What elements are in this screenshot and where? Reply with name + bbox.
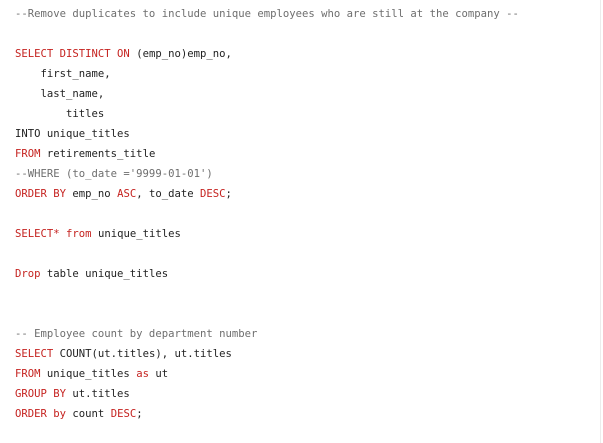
code-line[interactable]: ORDER by count DESC; [15,404,519,424]
sql-text: retirements_title [40,148,156,160]
sql-keyword: SELECT DISTINCT ON [15,48,130,60]
code-line[interactable]: SELECT DISTINCT ON (emp_no)emp_no, [15,44,519,64]
code-line[interactable]: last_name, [15,84,519,104]
sql-text: count [66,408,111,420]
sql-keyword: ORDER BY [15,188,67,200]
sql-keyword: DESC [110,408,137,420]
sql-keyword: SELECT* [15,228,60,240]
sql-text: last_name, [15,88,105,100]
sql-keyword: SELECT [15,348,54,360]
sql-keyword: Drop [15,268,41,280]
sql-keyword: FROM [15,368,41,380]
code-line[interactable]: --WHERE (to_date ='9999-01-01') [15,164,519,184]
editor-right-border [600,0,601,443]
code-line[interactable]: --Remove duplicates to include unique em… [15,4,519,24]
sql-keyword: DESC [199,188,226,200]
sql-keyword: GROUP BY [15,388,67,400]
sql-keyword: from [66,228,92,240]
code-line[interactable] [15,244,519,264]
sql-text: ut [148,368,169,380]
code-line[interactable]: SELECT* from unique_titles [15,224,519,244]
sql-text: ut.titles [66,388,130,400]
sql-text: , to_date [136,188,200,200]
sql-text: emp_no [66,188,118,200]
code-line[interactable]: FROM retirements_title [15,144,519,164]
code-line[interactable]: SELECT COUNT(ut.titles), ut.titles [15,344,519,364]
sql-text: ; [136,408,143,420]
sql-text: first_name, [15,68,111,80]
sql-text: unique_titles [40,128,130,140]
sql-keyword: as [136,368,149,380]
sql-code-editor[interactable]: --Remove duplicates to include unique em… [0,0,603,443]
code-line[interactable]: GROUP BY ut.titles [15,384,519,404]
code-line[interactable]: first_name, [15,64,519,84]
sql-keyword: ORDER by [15,408,67,420]
code-line[interactable]: INTO unique_titles [15,124,519,144]
code-line[interactable] [15,284,519,304]
sql-comment: --WHERE (to_date ='9999-01-01') [15,168,213,180]
sql-text: unique_titles [91,228,181,240]
code-line[interactable] [15,204,519,224]
sql-text: titles [15,108,105,120]
sql-text: unique_titles [40,368,137,380]
code-line[interactable]: titles [15,104,519,124]
code-line[interactable]: -- Employee count by department number [15,324,519,344]
sql-text: (emp_no)emp_no, [129,48,232,60]
code-line[interactable] [15,24,519,44]
code-line[interactable]: ORDER BY emp_no ASC, to_date DESC; [15,184,519,204]
code-line[interactable]: FROM unique_titles as ut [15,364,519,384]
code-line[interactable]: Drop table unique_titles [15,264,519,284]
sql-keyword: FROM [15,148,41,160]
sql-text: ; [225,188,232,200]
code-line[interactable] [15,304,519,324]
sql-keyword: ASC [117,188,137,200]
code-lines[interactable]: --Remove duplicates to include unique em… [15,4,519,424]
sql-text: table unique_titles [40,268,169,280]
sql-text: INTO [15,128,41,140]
sql-comment: --Remove duplicates to include unique em… [15,8,519,20]
sql-comment: -- Employee count by department number [15,328,258,340]
sql-text: COUNT(ut.titles), ut.titles [53,348,232,360]
